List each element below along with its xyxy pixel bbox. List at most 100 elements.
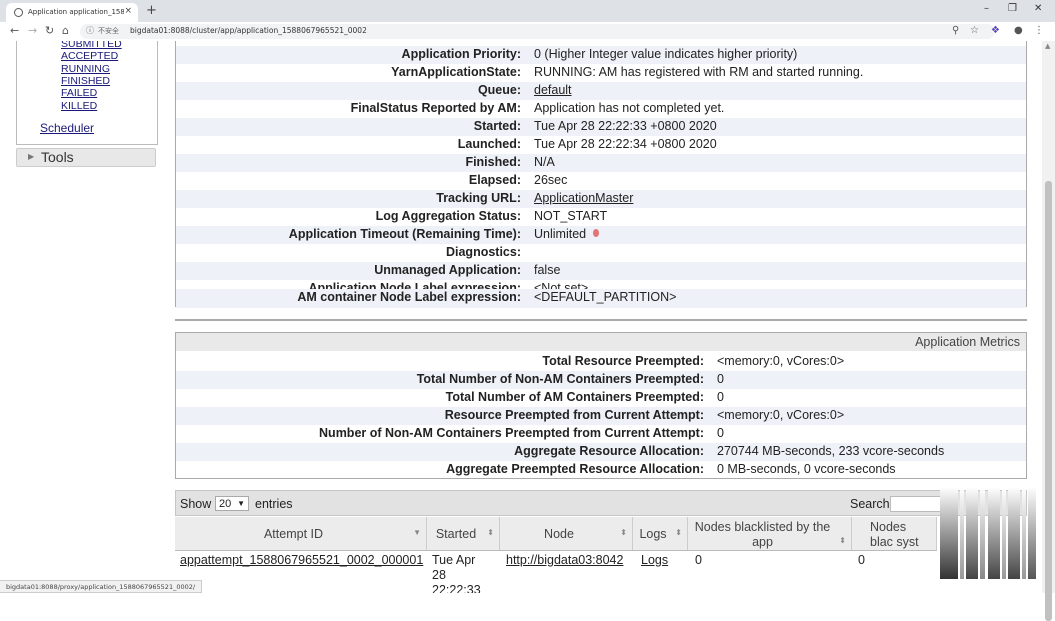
profile-icon[interactable]: ● xyxy=(1014,25,1023,36)
sort-icon: ⬍ xyxy=(675,528,682,537)
tab-title: Application application_15880 xyxy=(28,8,124,16)
logs-link[interactable]: Logs xyxy=(641,553,668,567)
sidebar-tools-toggle[interactable]: ▶ Tools xyxy=(16,148,156,167)
scrollbar-thumb[interactable] xyxy=(1045,181,1052,621)
attempts-table: Show 20 ▼ entries Search: Attempt ID ▼ Sta… xyxy=(175,490,1027,593)
sidebar-state-failed[interactable]: FAILED xyxy=(61,87,97,99)
overview-row: Queue: default xyxy=(176,82,1026,100)
row-key: Unmanaged Application: xyxy=(374,263,521,277)
col-label: Logs xyxy=(639,527,667,541)
menu-icon[interactable]: ⋮ xyxy=(1034,25,1044,36)
col-attempt-id[interactable]: Attempt ID ▼ xyxy=(175,517,427,551)
metrics-row: Resource Preempted from Current Attempt:… xyxy=(176,407,1026,425)
page-scrollbar[interactable]: ▲ xyxy=(1042,41,1055,621)
row-value: 0 xyxy=(717,390,724,404)
attempt-started: 28 xyxy=(432,568,446,582)
row-value: 26sec xyxy=(534,173,568,187)
metrics-row: Total Number of Non-AM Containers Preemp… xyxy=(176,371,1026,389)
row-value: <DEFAULT_PARTITION> xyxy=(534,290,677,304)
sidebar-state-killed[interactable]: KILLED xyxy=(61,100,97,112)
security-label: 不安全 xyxy=(98,27,119,35)
row-key: Log Aggregation Status: xyxy=(375,209,521,223)
minimize-button[interactable]: – xyxy=(984,3,989,14)
info-icon[interactable]: ⓘ xyxy=(86,25,94,36)
overview-row: Finished: N/A xyxy=(176,154,1026,172)
row-value: Tue Apr 28 22:22:33 +0800 2020 xyxy=(534,119,717,133)
overview-row: Launched: Tue Apr 28 22:22:34 +0800 2020 xyxy=(176,136,1026,154)
mouse-cursor-icon xyxy=(593,229,599,237)
row-key: YarnApplicationState: xyxy=(391,65,521,79)
maximize-button[interactable]: ❐ xyxy=(1008,3,1017,14)
show-label: Show xyxy=(180,497,212,511)
sidebar-state-accepted[interactable]: ACCEPTED xyxy=(61,50,118,62)
sidebar-state-submitted[interactable]: SUBMITTED xyxy=(61,41,122,50)
col-started[interactable]: Started ⬍ xyxy=(427,517,500,551)
page-size-select[interactable]: 20 ▼ xyxy=(215,496,249,511)
col-label: Nodes blac syst xyxy=(870,520,919,549)
metrics-row: Aggregate Resource Allocation: 270744 MB-… xyxy=(176,443,1026,461)
browser-tab-bar: Application application_15880 × + – ❐ ✕ xyxy=(0,0,1055,22)
row-key: Diagnostics: xyxy=(445,245,521,259)
back-icon[interactable]: ← xyxy=(10,24,19,37)
sidebar-state-running[interactable]: RUNNING xyxy=(61,63,110,75)
col-label: Attempt ID xyxy=(263,527,324,541)
col-blacklisted-app[interactable]: Nodes blacklisted by the app ⬍ xyxy=(688,517,852,551)
app-overview-panel: Application Priority: 0 (Higher Integer v… xyxy=(175,41,1027,308)
sidebar-scheduler-link[interactable]: Scheduler xyxy=(40,121,94,135)
home-icon[interactable]: ⌂ xyxy=(62,24,69,37)
video-overlay-logo xyxy=(940,487,1036,579)
row-key: Aggregate Resource Allocation: xyxy=(514,444,704,458)
overview-row: Diagnostics: xyxy=(176,244,1026,262)
row-value: RUNNING: AM has registered with RM and s… xyxy=(534,65,864,79)
new-tab-button[interactable]: + xyxy=(146,3,157,19)
attempt-started: 22:22:33 xyxy=(432,583,481,593)
overview-row: AM container Node Label expression: <DEFA… xyxy=(176,289,1026,307)
page-size-value: 20 xyxy=(219,498,232,510)
col-label: Node xyxy=(544,527,574,541)
col-node[interactable]: Node ⬍ xyxy=(500,517,633,551)
row-key: Total Number of Non-AM Containers Preemp… xyxy=(416,372,704,386)
overview-row: Unmanaged Application: false xyxy=(176,262,1026,280)
bookmark-star-icon[interactable]: ☆ xyxy=(970,25,979,36)
forward-icon[interactable]: → xyxy=(28,24,37,37)
overview-row: FinalStatus Reported by AM: Application h… xyxy=(176,100,1026,118)
url-bar[interactable]: ⓘ 不安全 bigdata01:8088/cluster/app/applica… xyxy=(80,24,995,39)
row-key: Finished: xyxy=(465,155,521,169)
row-value: 0 xyxy=(717,426,724,440)
browser-status-bar: bigdata01:8088/proxy/application_1588067… xyxy=(0,580,203,593)
row-key: Started: xyxy=(473,119,521,133)
reload-icon[interactable]: ↻ xyxy=(45,24,54,37)
overview-row: Started: Tue Apr 28 22:22:33 +0800 2020 xyxy=(176,118,1026,136)
row-key: Application Priority: xyxy=(401,47,521,61)
blacklisted-app-count: 0 xyxy=(695,553,702,567)
node-link[interactable]: http://bigdata03:8042 xyxy=(506,553,623,567)
row-value: <memory:0, vCores:0> xyxy=(717,354,845,368)
sidebar-state-finished[interactable]: FINISHED xyxy=(61,75,110,87)
col-blacklisted-system[interactable]: Nodes blac syst xyxy=(852,517,937,551)
tools-label: Tools xyxy=(41,149,74,165)
extension-icon[interactable]: ❖ xyxy=(991,25,1000,36)
metrics-title: Application Metrics xyxy=(915,335,1020,349)
browser-tab[interactable]: Application application_15880 × xyxy=(6,3,138,22)
scroll-up-icon[interactable]: ▲ xyxy=(1045,42,1050,50)
entries-label: entries xyxy=(255,497,293,511)
queue-link[interactable]: default xyxy=(534,83,572,97)
row-value: Unlimited xyxy=(534,227,587,241)
row-key: Total Resource Preempted: xyxy=(542,354,704,368)
url-text[interactable]: bigdata01:8088/cluster/app/application_1… xyxy=(130,26,367,35)
row-key: AM container Node Label expression: xyxy=(297,290,521,304)
row-value: NOT_START xyxy=(534,209,608,223)
row-value: false xyxy=(534,263,561,277)
row-value: Tue Apr 28 22:22:34 +0800 2020 xyxy=(534,137,717,151)
tracking-url-link[interactable]: ApplicationMaster xyxy=(534,191,633,205)
globe-icon xyxy=(14,8,23,17)
attempt-started: Tue Apr xyxy=(432,553,476,567)
attempt-id-link[interactable]: appattempt_1588067965521_0002_000001 xyxy=(180,553,423,567)
tab-close-icon[interactable]: × xyxy=(124,6,132,16)
col-logs[interactable]: Logs ⬍ xyxy=(633,517,688,551)
zoom-icon[interactable]: ⚲ xyxy=(952,25,959,36)
overview-row: Elapsed: 26sec xyxy=(176,172,1026,190)
sort-icon: ⬍ xyxy=(620,528,627,537)
row-key: Resource Preempted from Current Attempt: xyxy=(444,408,704,422)
close-window-button[interactable]: ✕ xyxy=(1034,3,1042,14)
